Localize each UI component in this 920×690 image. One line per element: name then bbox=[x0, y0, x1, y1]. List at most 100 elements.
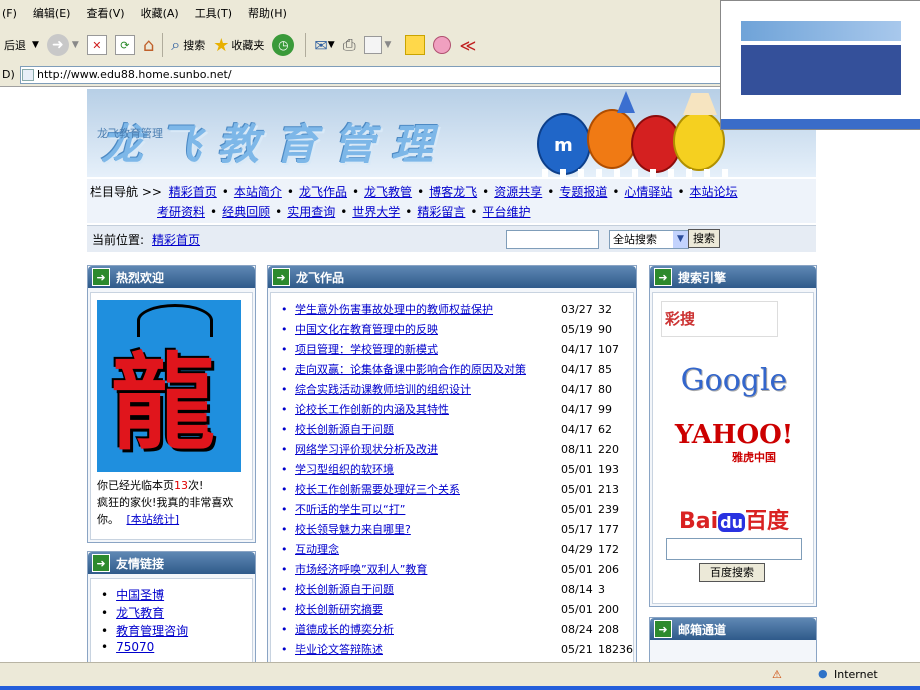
nav-link-mood[interactable]: 心情驿站 bbox=[624, 185, 672, 199]
breadcrumb-home[interactable]: 精彩首页 bbox=[152, 231, 200, 248]
stop-button[interactable]: ✕ bbox=[86, 35, 107, 55]
google-logo[interactable]: Google bbox=[653, 363, 815, 398]
menu-help[interactable]: 帮助(H) bbox=[240, 5, 295, 21]
bullet-icon: • bbox=[101, 640, 109, 654]
article-link[interactable]: 校长创新源自于问题 bbox=[295, 580, 394, 600]
article-link[interactable]: 道德成长的博奕分析 bbox=[295, 620, 394, 640]
messenger-button[interactable] bbox=[433, 36, 452, 54]
nav-row-1: 栏目导航 >> 精彩首页 • 本站简介 • 龙飞作品 • 龙飞教管 • 博客龙飞 • 资源共享 • 专题… bbox=[90, 183, 738, 200]
edit-button[interactable]: ▼ bbox=[363, 36, 392, 54]
yahoo-logo[interactable]: YAHOO! 雅虎中国 bbox=[653, 421, 815, 465]
article-views: 213 bbox=[598, 483, 619, 496]
bullet-icon: • bbox=[281, 363, 288, 376]
friend-link[interactable]: 中国圣博 bbox=[116, 588, 164, 602]
nav-link-topics[interactable]: 专题报道 bbox=[559, 185, 607, 199]
article-link[interactable]: 不听话的学生可以“打” bbox=[295, 500, 405, 520]
article-link[interactable]: 中国文化在教育管理中的反映 bbox=[295, 320, 438, 340]
article-link[interactable]: 校长领导魅力来自哪里? bbox=[295, 520, 411, 540]
thumb-banner bbox=[741, 21, 901, 41]
search-button[interactable]: ⌕ 搜索 bbox=[171, 35, 205, 55]
chevron-down-icon: ▼ bbox=[384, 40, 392, 50]
menu-file[interactable]: (F) bbox=[0, 7, 25, 20]
baidu-text-a: Bai bbox=[678, 509, 719, 534]
article-link[interactable]: 学生意外伤害事故处理中的教师权益保护 bbox=[295, 300, 493, 320]
article-date: 05/19 bbox=[561, 323, 593, 336]
article-link[interactable]: 网络学习评价现状分析及改进 bbox=[295, 440, 438, 460]
article-link[interactable]: 毕业论文答辩陈述 bbox=[295, 640, 383, 660]
menu-tools[interactable]: 工具(T) bbox=[187, 5, 240, 21]
article-link[interactable]: 互动理念 bbox=[295, 540, 339, 560]
visit-text-b: 次! bbox=[188, 479, 204, 492]
nav-link-lookup[interactable]: 实用查询 bbox=[287, 205, 335, 219]
home-button[interactable]: ⌂ bbox=[143, 35, 154, 56]
refresh-button[interactable]: ⟳ bbox=[114, 35, 135, 55]
forward-button[interactable]: ➜ ▼ bbox=[46, 34, 79, 56]
article-link[interactable]: 综合实践活动课教师培训的组织设计 bbox=[295, 380, 471, 400]
list-item: • 校长创新源自于问题 08/14 3 bbox=[271, 580, 633, 600]
site-stats-link[interactable]: [本站统计] bbox=[127, 513, 180, 526]
mail-button[interactable]: ✉ ▼ bbox=[314, 36, 334, 55]
list-item: • 校长工作创新需要处理好三个关系 05/01 213 bbox=[271, 480, 633, 500]
nav-separator: • bbox=[351, 185, 360, 199]
article-link[interactable]: 校长工作创新需要处理好三个关系 bbox=[295, 480, 460, 500]
list-item: • 龙飞教育 bbox=[101, 604, 252, 621]
panel-header: ➜ 热烈欢迎 bbox=[88, 266, 255, 288]
article-views: 172 bbox=[598, 543, 619, 556]
favorites-button[interactable]: ★ 收藏夹 bbox=[213, 35, 264, 56]
search-scope-select[interactable]: 全站搜索 ▼ bbox=[609, 230, 689, 249]
list-item: • 校长创新研究摘要 05/01 200 bbox=[271, 600, 633, 620]
menu-edit[interactable]: 编辑(E) bbox=[25, 5, 79, 21]
caisou-logo[interactable]: 彩搜 bbox=[661, 301, 778, 337]
list-item: • 走向双赢：论集体备课中影响合作的原因及对策 04/17 85 bbox=[271, 360, 633, 380]
site-search-button[interactable]: 搜索 bbox=[688, 229, 720, 248]
list-item: • 互动理念 04/29 172 bbox=[271, 540, 633, 560]
nav-link-guestbook[interactable]: 精彩留言 bbox=[417, 205, 465, 219]
friend-link[interactable]: 教育管理咨询 bbox=[116, 624, 188, 638]
nav-link-blog[interactable]: 博客龙飞 bbox=[429, 185, 477, 199]
baidu-logo[interactable]: Bai du 百度 bbox=[653, 503, 815, 535]
history-button[interactable]: ◷ bbox=[272, 34, 297, 56]
yahoo-logo-text: YAHOO! bbox=[674, 420, 794, 450]
site-navigation: 栏目导航 >> 精彩首页 • 本站简介 • 龙飞作品 • 龙飞教管 • 博客龙飞 • 资源共享 • 专题… bbox=[87, 179, 816, 223]
nav-link-home[interactable]: 精彩首页 bbox=[169, 185, 217, 199]
research-button[interactable]: ≪ bbox=[459, 36, 476, 55]
menu-favorites[interactable]: 收藏(A) bbox=[133, 5, 187, 21]
article-link[interactable]: 市场经济呼唤”双利人”教育 bbox=[295, 560, 427, 580]
nav-link-about[interactable]: 本站简介 bbox=[234, 185, 282, 199]
article-link[interactable]: 校长创新源自于问题 bbox=[295, 420, 394, 440]
article-link[interactable]: 校长创新研究摘要 bbox=[295, 600, 383, 620]
bullet-icon: • bbox=[281, 323, 288, 336]
article-views: 177 bbox=[598, 523, 619, 536]
bullet-icon: • bbox=[281, 423, 288, 436]
article-link[interactable]: 走向双赢：论集体备课中影响合作的原因及对策 bbox=[295, 360, 526, 380]
baidu-search-button[interactable]: 百度搜索 bbox=[699, 563, 765, 582]
print-button[interactable]: ⎙ bbox=[343, 35, 356, 55]
friend-link[interactable]: 75070 bbox=[116, 640, 154, 654]
nav-link-forum[interactable]: 本站论坛 bbox=[690, 185, 738, 199]
nav-link-classics[interactable]: 经典回顾 bbox=[222, 205, 270, 219]
address-input[interactable]: http://www.edu88.home.sunbo.net/ bbox=[20, 66, 776, 84]
nav-link-exam[interactable]: 考研资料 bbox=[157, 205, 205, 219]
article-views: 208 bbox=[598, 623, 619, 636]
notes-button[interactable] bbox=[399, 35, 426, 55]
note-icon bbox=[405, 35, 426, 55]
baidu-search-input[interactable] bbox=[666, 538, 802, 560]
nav-link-works[interactable]: 龙飞作品 bbox=[299, 185, 347, 199]
friend-links-panel: ➜ 友情链接 • 中国圣博 • 龙飞教育 • 教育管理咨询 • 75070 bbox=[87, 551, 256, 662]
nav-link-universities[interactable]: 世界大学 bbox=[352, 205, 400, 219]
nav-link-maintenance[interactable]: 平台维护 bbox=[482, 205, 530, 219]
article-link[interactable]: 项目管理：学校管理的新模式 bbox=[295, 340, 438, 360]
search-label: 搜索 bbox=[183, 39, 206, 52]
article-views: 85 bbox=[598, 363, 612, 376]
refresh-icon: ⟳ bbox=[114, 35, 135, 55]
back-button[interactable]: 后退 ▼ bbox=[4, 37, 39, 53]
menu-view[interactable]: 查看(V) bbox=[78, 5, 132, 21]
article-views: 239 bbox=[598, 503, 619, 516]
nav-link-management[interactable]: 龙飞教管 bbox=[364, 185, 412, 199]
article-link[interactable]: 学习型组织的软环境 bbox=[295, 460, 394, 480]
site-search-input[interactable] bbox=[506, 230, 599, 249]
article-link[interactable]: 论校长工作创新的内涵及其特性 bbox=[295, 400, 449, 420]
nav-link-resources[interactable]: 资源共享 bbox=[494, 185, 542, 199]
friend-link[interactable]: 龙飞教育 bbox=[116, 606, 164, 620]
window-thumbnail[interactable] bbox=[720, 0, 920, 130]
